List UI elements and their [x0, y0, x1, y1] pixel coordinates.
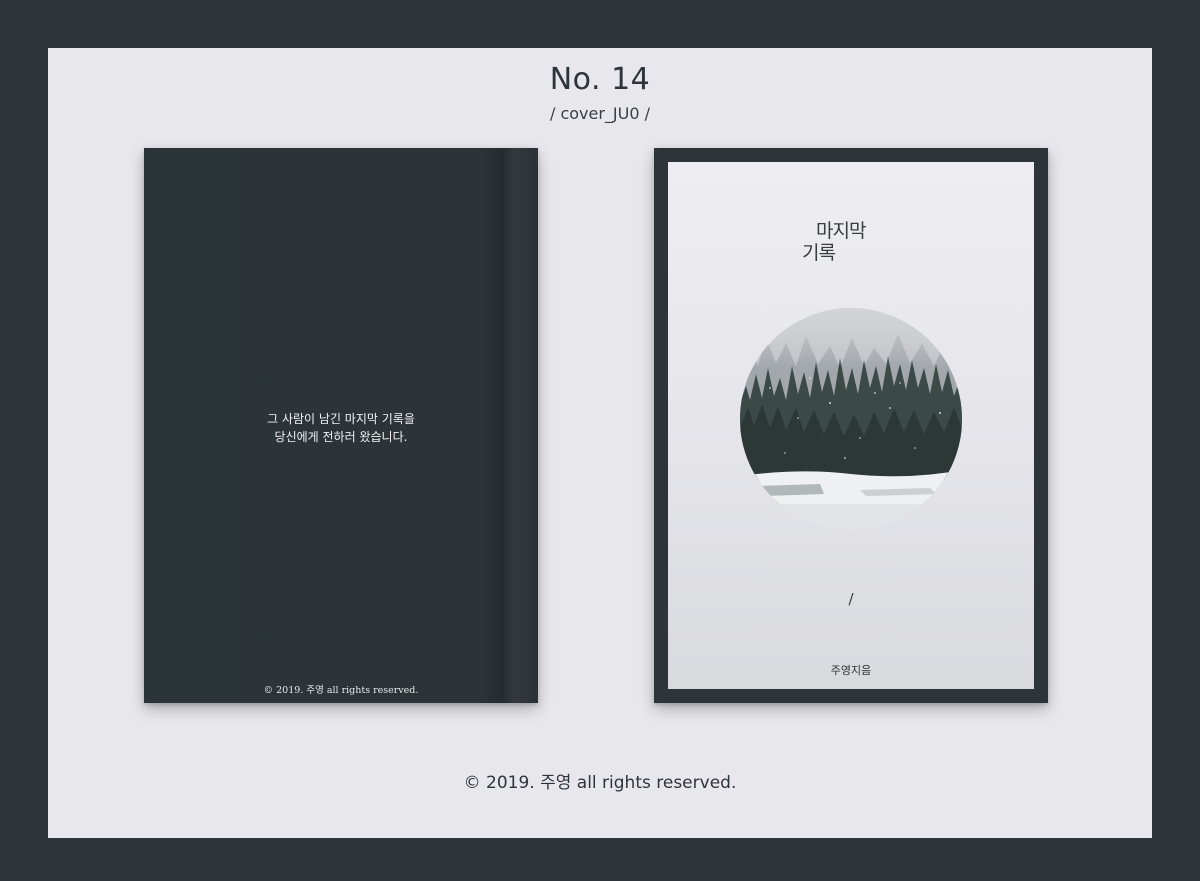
page-subtitle: / cover_JU0 /	[549, 104, 651, 123]
snowy-forest-image	[740, 308, 962, 530]
book-title: 마지막 기록	[668, 216, 1034, 276]
blurb-line-2: 당신에게 전하러 왔습니다.	[274, 430, 408, 444]
showcase-panel: No. 14 / cover_JU0 / 그 사람이 남긴 마지막 기록을 당신…	[48, 48, 1152, 838]
author-name: 주영지음	[830, 664, 872, 677]
back-cover-blurb: 그 사람이 남긴 마지막 기록을 당신에게 전하러 왔습니다.	[144, 410, 538, 446]
blurb-line-1: 그 사람이 남긴 마지막 기록을	[267, 412, 415, 426]
page-title: No. 14	[549, 62, 651, 97]
forest-image-circle	[740, 308, 962, 530]
back-cover: 그 사람이 남긴 마지막 기록을 당신에게 전하러 왔습니다. © 2019. …	[144, 148, 538, 703]
footer-copyright: © 2019. 주영 all rights reserved.	[463, 773, 737, 793]
front-cover: 마지막 기록 / 주영지음	[654, 148, 1048, 703]
front-cover-paper: 마지막 기록 / 주영지음	[668, 162, 1034, 689]
cover-divider-slash: /	[848, 590, 854, 608]
book-title-line-2: 기록	[802, 242, 836, 264]
back-cover-copyright: © 2019. 주영 all rights reserved.	[263, 685, 419, 696]
